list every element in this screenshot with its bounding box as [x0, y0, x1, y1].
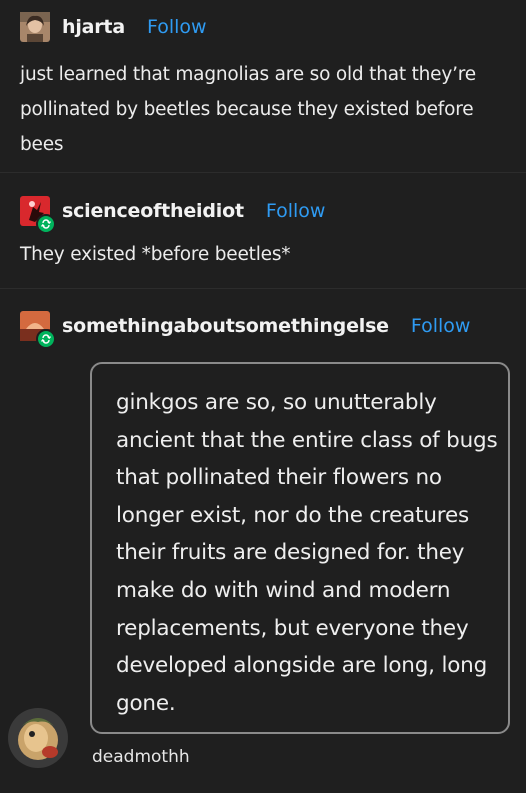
quote-box: ginkgos are so, so unutterably ancient t… — [90, 362, 510, 734]
avatar[interactable] — [20, 311, 56, 349]
username[interactable]: scienceoftheidiot — [62, 200, 244, 222]
post-header: scienceoftheidiot Follow — [20, 196, 326, 234]
username[interactable]: hjarta — [62, 16, 125, 38]
quote-text: ginkgos are so, so unutterably ancient t… — [116, 390, 498, 716]
post-text: They existed *before beetles* — [20, 244, 291, 265]
reblog-icon — [36, 329, 56, 349]
post-hjarta: hjarta Follow just learned that magnolia… — [0, 0, 526, 172]
username[interactable]: somethingaboutsomethingelse — [62, 315, 389, 337]
reblog-icon — [36, 214, 56, 234]
post-text: just learned that magnolias are so old t… — [20, 64, 476, 155]
avatar[interactable] — [20, 12, 50, 42]
post-header: somethingaboutsomethingelse Follow — [20, 311, 471, 349]
avatar[interactable] — [8, 708, 68, 768]
follow-button[interactable]: Follow — [147, 16, 207, 38]
commenter-username[interactable]: deadmothh — [92, 747, 190, 767]
avatar[interactable] — [20, 196, 56, 234]
follow-button[interactable]: Follow — [266, 200, 326, 222]
post-header: hjarta Follow — [20, 12, 207, 42]
post-scienceoftheidiot: scienceoftheidiot Follow They existed *b… — [0, 173, 526, 288]
follow-button[interactable]: Follow — [411, 315, 471, 337]
